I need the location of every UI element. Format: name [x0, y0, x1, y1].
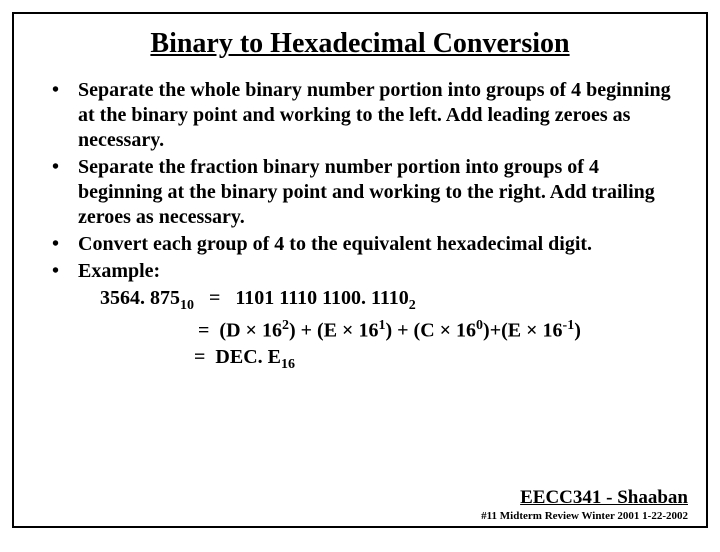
example-line-2: = (D × 162) + (E × 161) + (C × 160)+(E ×…	[100, 317, 684, 344]
example-line-3: = DEC. E16	[100, 345, 684, 374]
exp: -1	[563, 318, 575, 333]
hex-value: DEC. E	[215, 346, 281, 368]
slide: Binary to Hexadecimal Conversion Separat…	[12, 12, 708, 528]
times-sign: ×	[526, 319, 537, 341]
radix: 16	[543, 319, 563, 341]
hex-base: 16	[281, 357, 295, 372]
paren: )	[574, 319, 581, 341]
paren: )	[385, 319, 392, 341]
paren: )	[289, 319, 296, 341]
binary-value: 1101 1110 1100. 1110	[235, 287, 408, 309]
term: E	[324, 319, 337, 341]
radix: 16	[262, 319, 282, 341]
example-block: 3564. 87510 = 1101 1110 1100. 11102 = (D…	[36, 286, 684, 374]
term: E	[508, 319, 521, 341]
binary-base: 2	[409, 298, 416, 313]
decimal-value: 3564. 875	[100, 287, 180, 309]
bullet-item: Separate the whole binary number portion…	[36, 78, 684, 153]
radix: 16	[456, 319, 476, 341]
paren: (	[501, 319, 508, 341]
decimal-base: 10	[180, 298, 194, 313]
plus-sign: +	[301, 319, 312, 341]
example-line-1: 3564. 87510 = 1101 1110 1100. 11102	[100, 286, 684, 315]
footer-course: EECC341 - Shaaban	[481, 487, 688, 509]
paren: )	[483, 319, 490, 341]
plus-sign: +	[397, 319, 408, 341]
radix: 16	[358, 319, 378, 341]
equals-sign: =	[194, 346, 205, 368]
slide-footer: EECC341 - Shaaban #11 Midterm Review Win…	[481, 487, 688, 522]
plus-sign: +	[490, 319, 501, 341]
equals-sign: =	[198, 319, 209, 341]
paren: (	[317, 319, 324, 341]
exp: 2	[282, 318, 289, 333]
equals-sign: =	[209, 287, 220, 309]
bullet-list: Separate the whole binary number portion…	[36, 78, 684, 284]
times-sign: ×	[440, 319, 451, 341]
exp: 0	[476, 318, 483, 333]
bullet-item: Convert each group of 4 to the equivalen…	[36, 232, 684, 257]
footer-meta: #11 Midterm Review Winter 2001 1-22-2002	[481, 510, 688, 522]
term: D	[226, 319, 240, 341]
term: C	[420, 319, 434, 341]
bullet-item: Separate the fraction binary number port…	[36, 155, 684, 230]
times-sign: ×	[342, 319, 353, 341]
times-sign: ×	[246, 319, 257, 341]
slide-title: Binary to Hexadecimal Conversion	[36, 28, 684, 60]
bullet-item: Example:	[36, 259, 684, 284]
slide-content: Separate the whole binary number portion…	[36, 78, 684, 374]
